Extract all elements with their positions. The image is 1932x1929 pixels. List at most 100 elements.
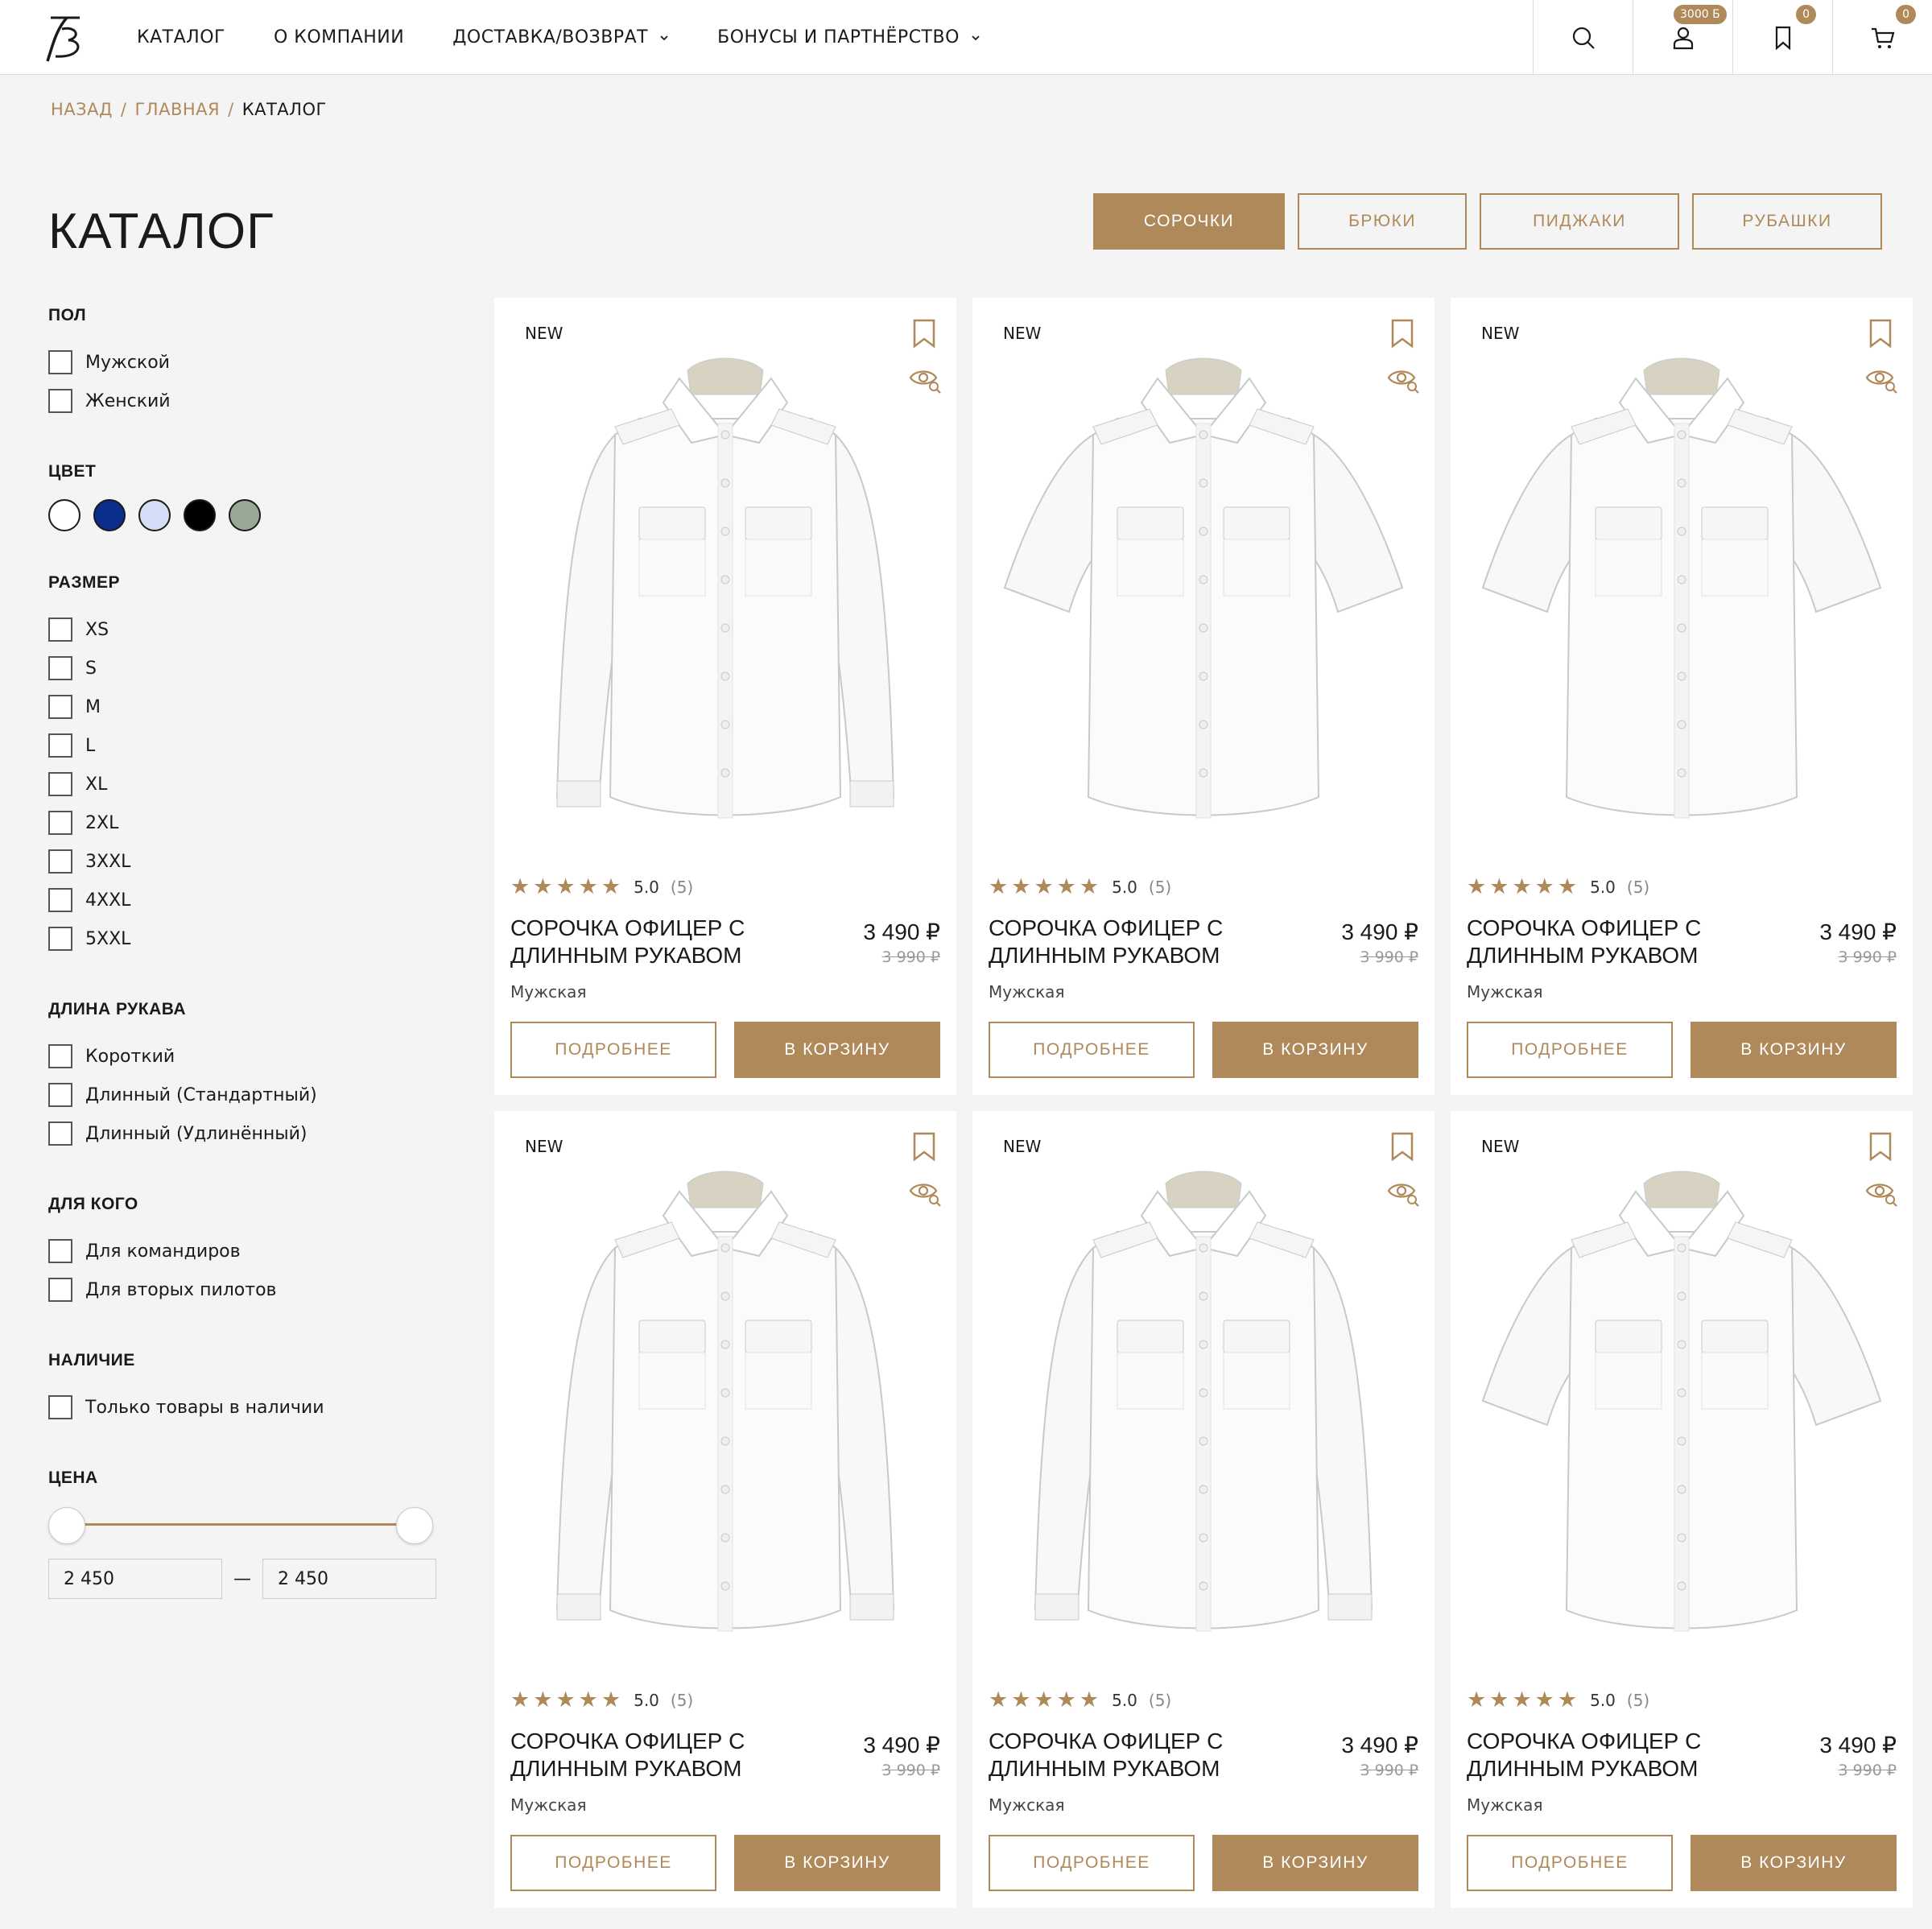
price-slider[interactable] [48, 1506, 433, 1544]
product-image[interactable] [997, 346, 1410, 845]
product-card[interactable]: NEW ★ ★ ★ ★ ★ 5.0 (5) Сорочка офицер с д… [1451, 298, 1913, 1095]
filter-option[interactable]: Короткий [48, 1037, 451, 1076]
checkbox[interactable] [48, 927, 72, 951]
tab-shirts-formal[interactable]: Сорочки [1093, 193, 1285, 250]
account-button[interactable]: 3000 Б [1633, 0, 1732, 75]
breadcrumb-home[interactable]: Главная [134, 100, 220, 119]
add-to-cart-button[interactable]: В корзину [734, 1022, 940, 1078]
product-card[interactable]: NEW ★ ★ ★ ★ ★ 5.0 (5) СОРОЧКА ОФИЦЕР С Д… [972, 1111, 1435, 1908]
price-slider-max-handle[interactable] [396, 1507, 433, 1544]
details-button[interactable]: Подробнее [510, 1835, 716, 1891]
bookmark-icon[interactable] [1868, 1131, 1893, 1162]
filter-option[interactable]: Длинный (Удлинённый) [48, 1114, 451, 1153]
add-to-cart-button[interactable]: В корзину [1212, 1835, 1418, 1891]
checkbox[interactable] [48, 1044, 72, 1068]
product-image[interactable] [997, 1159, 1410, 1658]
product-card[interactable]: NEW ★ ★ ★ ★ ★ 5.0 (5) Сорочка офицер с д… [1451, 1111, 1913, 1908]
checkbox[interactable] [48, 618, 72, 642]
search-button[interactable] [1533, 0, 1633, 75]
checkbox[interactable] [48, 849, 72, 874]
checkbox[interactable] [48, 1083, 72, 1107]
price-slider-min-handle[interactable] [48, 1507, 85, 1544]
product-image[interactable] [518, 346, 932, 845]
breadcrumb-back[interactable]: Назад [51, 100, 113, 119]
details-button[interactable]: Подробнее [510, 1022, 716, 1078]
nav-item-catalog[interactable]: Каталог [137, 27, 225, 48]
bookmark-icon[interactable] [911, 1131, 937, 1162]
nav-item-about[interactable]: О компании [274, 27, 404, 48]
details-button[interactable]: Подробнее [989, 1022, 1195, 1078]
cart-button[interactable]: 0 [1832, 0, 1932, 75]
filter-option[interactable]: Женский [48, 382, 451, 420]
details-button[interactable]: Подробнее [989, 1835, 1195, 1891]
color-swatch-black[interactable] [184, 499, 216, 531]
bookmark-icon[interactable] [1389, 318, 1415, 349]
tab-jackets[interactable]: Пиджаки [1480, 193, 1679, 250]
add-to-cart-button[interactable]: В корзину [1212, 1022, 1418, 1078]
checkbox[interactable] [48, 656, 72, 680]
product-image[interactable] [1475, 1159, 1889, 1658]
color-swatch-navy[interactable] [93, 499, 126, 531]
color-swatch-sage[interactable] [229, 499, 261, 531]
tab-shirts[interactable]: Рубашки [1692, 193, 1882, 250]
filter-option[interactable]: 2XL [48, 803, 451, 842]
bookmark-icon[interactable] [1389, 1131, 1415, 1162]
add-to-cart-button[interactable]: В корзину [734, 1835, 940, 1891]
checkbox[interactable] [48, 772, 72, 796]
color-swatch-white[interactable] [48, 499, 80, 531]
add-to-cart-button[interactable]: В корзину [1690, 1835, 1897, 1891]
filter-for-whom: Для кого Для командиров Для вторых пилот… [48, 1195, 451, 1309]
filter-option[interactable]: 3XXL [48, 842, 451, 881]
nav-item-bonuses[interactable]: Бонусы и партнёрство [717, 27, 980, 48]
product-name[interactable]: Сорочка офицер с длинным рукавом [1467, 1728, 1757, 1782]
checkbox[interactable] [48, 350, 72, 374]
new-badge: NEW [525, 324, 564, 343]
filter-option[interactable]: S [48, 649, 451, 688]
bookmark-icon[interactable] [1868, 318, 1893, 349]
product-image[interactable] [1475, 346, 1889, 845]
brand-logo[interactable] [44, 14, 88, 63]
filter-option[interactable]: 4XXL [48, 881, 451, 919]
filter-option[interactable]: Для командиров [48, 1232, 451, 1270]
filter-option[interactable]: M [48, 688, 451, 726]
details-button[interactable]: Подробнее [1467, 1835, 1673, 1891]
checkbox[interactable] [48, 1239, 72, 1263]
star-icon: ★ [510, 874, 530, 899]
product-name[interactable]: Сорочка офицер с длинным рукавом [1467, 915, 1757, 969]
price-max-input[interactable] [262, 1559, 436, 1599]
color-swatch-light-blue[interactable] [138, 499, 171, 531]
filter-option[interactable]: 5XXL [48, 919, 451, 958]
favorites-button[interactable]: 0 [1732, 0, 1832, 75]
product-card[interactable]: NEW ★ ★ ★ ★ ★ 5.0 (5) СОРОЧКА ОФИЦЕР С Д… [494, 1111, 956, 1908]
product-name[interactable]: Сорочка офицер с длинным рукавом [510, 1728, 800, 1782]
add-to-cart-button[interactable]: В корзину [1690, 1022, 1897, 1078]
price-min-input[interactable] [48, 1559, 222, 1599]
details-button[interactable]: Подробнее [1467, 1022, 1673, 1078]
product-name[interactable]: Сорочка офицер с длинным рукавом [989, 915, 1278, 969]
checkbox[interactable] [48, 389, 72, 413]
product-card[interactable]: NEW ★ ★ ★ ★ ★ 5.0 (5) СОРОЧКА ОФИЦЕР С Д… [494, 298, 956, 1095]
checkbox[interactable] [48, 733, 72, 758]
checkbox[interactable] [48, 811, 72, 835]
checkbox[interactable] [48, 1395, 72, 1419]
checkbox[interactable] [48, 695, 72, 719]
bookmark-icon[interactable] [911, 318, 937, 349]
product-image[interactable] [518, 1159, 932, 1658]
filter-option[interactable]: Длинный (Стандартный) [48, 1076, 451, 1114]
checkbox[interactable] [48, 888, 72, 912]
checkbox[interactable] [48, 1278, 72, 1302]
filter-option[interactable]: Для вторых пилотов [48, 1270, 451, 1309]
tab-trousers[interactable]: Брюки [1298, 193, 1467, 250]
filter-option[interactable]: XS [48, 610, 451, 649]
star-icon: ★ [578, 874, 598, 899]
filter-option[interactable]: Только товары в наличии [48, 1388, 451, 1427]
product-card[interactable]: NEW ★ ★ ★ ★ ★ 5.0 (5) Сорочка офицер с д… [972, 298, 1435, 1095]
checkbox[interactable] [48, 1121, 72, 1146]
product-name[interactable]: Сорочка офицер с длинным рукавом [510, 915, 800, 969]
filter-option[interactable]: L [48, 726, 451, 765]
product-gender: Мужская [989, 982, 1065, 1002]
product-name[interactable]: Сорочка офицер с длинным рукавом [989, 1728, 1278, 1782]
filter-option[interactable]: Мужской [48, 343, 451, 382]
filter-option[interactable]: XL [48, 765, 451, 803]
nav-item-delivery[interactable]: Доставка/возврат [452, 27, 669, 48]
